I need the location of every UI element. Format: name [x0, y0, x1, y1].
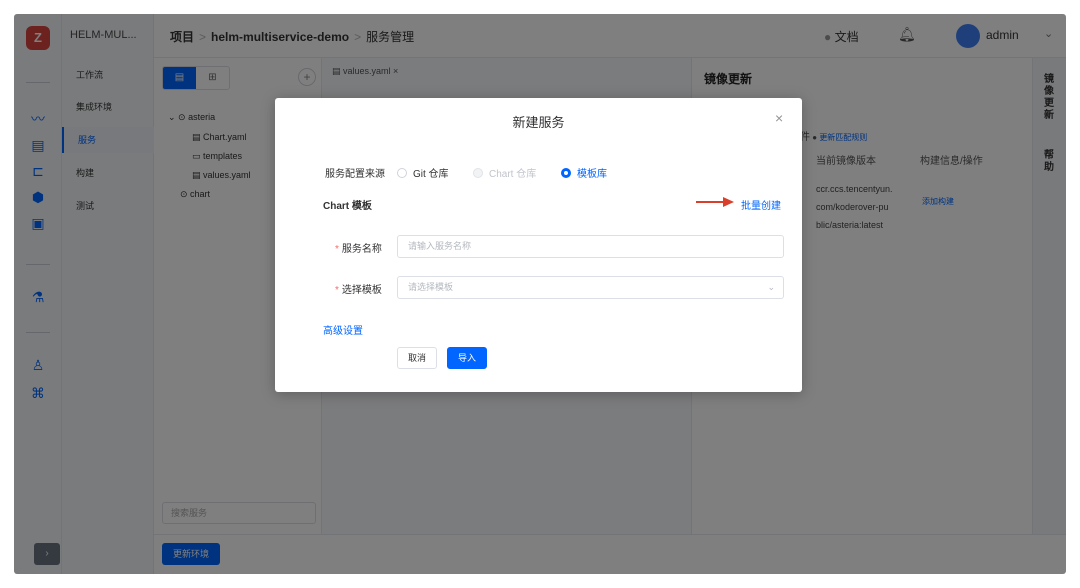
radio-chart-repo: Chart 仓库: [473, 165, 536, 180]
service-name-label: * 服务名称: [335, 244, 382, 255]
select-template-label: * 选择模板: [335, 285, 382, 296]
arrow-right-icon: [696, 197, 734, 207]
import-button[interactable]: 导入: [447, 347, 487, 369]
chart-template-heading: Chart 模板: [323, 201, 372, 212]
service-name-input[interactable]: 请输入服务名称: [397, 235, 784, 258]
radio-dot: [397, 168, 407, 178]
cancel-button[interactable]: 取消: [397, 347, 437, 369]
dialog-title: 新建服务: [512, 115, 565, 130]
new-service-dialog: 新建服务 × 服务配置来源 Git 仓库 Chart 仓库 模板库 Chart …: [275, 98, 802, 392]
radio-git[interactable]: Git 仓库: [397, 165, 449, 180]
radio-template[interactable]: 模板库: [561, 165, 607, 180]
batch-create-link[interactable]: 批量创建: [741, 197, 781, 212]
app-window: Z 〰 ▤ ⊏ ⬢ ▣ ⚗ ♙ ⌘ › HELM-MUL... 工作流 集成环境…: [14, 14, 1066, 574]
source-label: 服务配置来源: [325, 169, 385, 180]
close-icon[interactable]: ×: [775, 110, 783, 126]
advanced-settings-link[interactable]: 高级设置: [323, 322, 363, 337]
chevron-down-icon: ⌄: [767, 282, 775, 292]
select-template-dropdown[interactable]: 请选择模板 ⌄: [397, 276, 784, 299]
radio-dot: [561, 168, 571, 178]
radio-dot: [473, 168, 483, 178]
